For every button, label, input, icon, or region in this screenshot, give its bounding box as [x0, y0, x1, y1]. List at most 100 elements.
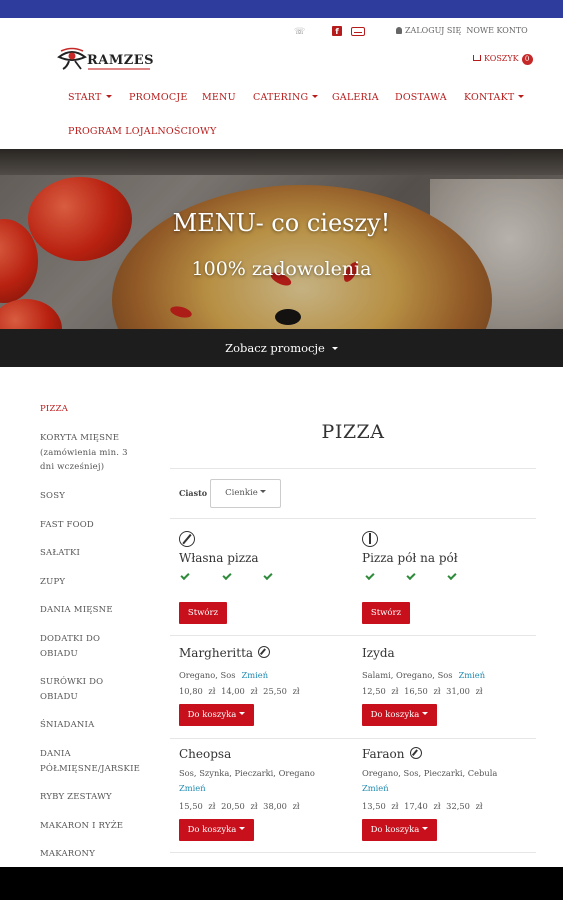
chevron-down-icon: [239, 827, 246, 830]
phone-icon[interactable]: ☏: [294, 27, 305, 37]
sidebar-item-sosy[interactable]: SOSY: [40, 489, 148, 504]
nav-menu[interactable]: MENU: [202, 92, 236, 103]
change-ingredients-link[interactable]: Zmień: [362, 783, 389, 793]
product-name-text: Faraon: [362, 747, 405, 761]
nav-start-label: START: [68, 92, 102, 103]
sidebar-item-zupy[interactable]: ZUPY: [40, 575, 148, 590]
check-icon: [406, 570, 416, 581]
new-account-link[interactable]: NOWE KONTO: [466, 26, 527, 35]
logo-underline: [88, 68, 150, 70]
account-links: ZALOGUJ SIĘ NOWE KONTO: [396, 26, 528, 35]
user-icon: [396, 27, 402, 34]
add-to-cart-label: Do koszyka: [187, 825, 237, 835]
add-to-cart-label: Do koszyka: [370, 710, 420, 720]
sidebar-item-salatki[interactable]: SAŁATKI: [40, 546, 148, 561]
sidebar-item-makarony[interactable]: MAKARONY: [40, 847, 148, 862]
nav-catering[interactable]: CATERING: [253, 92, 319, 103]
hero-overlay: [0, 149, 563, 329]
divider: [170, 738, 536, 739]
add-to-cart-button[interactable]: Do koszyka: [179, 704, 254, 726]
product-name: Margheritta: [179, 646, 271, 660]
sidebar-item-dodatki-do-obiadu[interactable]: DODATKI DO OBIADU: [40, 632, 120, 661]
change-ingredients-link[interactable]: Zmień: [459, 670, 486, 680]
half-pizza-icon: [362, 531, 378, 547]
site-logo[interactable]: RAMZES: [57, 44, 161, 78]
promotions-label: Zobacz promocje: [225, 341, 325, 355]
check-icon: [447, 570, 457, 581]
hero-banner: MENU- co cieszy! 100% zadowolenia: [0, 149, 563, 329]
create-custom-pizza-button[interactable]: Stwórz: [179, 602, 227, 624]
nav-loyalty-program[interactable]: PROGRAM LOJALNOŚCIOWY: [68, 126, 216, 137]
sidebar-item-pizza[interactable]: PIZZA: [40, 402, 148, 417]
chevron-down-icon: [422, 712, 429, 715]
page-title: PIZZA: [321, 421, 385, 443]
change-ingredients-link[interactable]: Zmień: [179, 783, 206, 793]
divider: [170, 468, 536, 469]
nav-promocje[interactable]: PROMOCJE: [129, 92, 187, 103]
chevron-down-icon: [259, 490, 266, 493]
nav-start[interactable]: START: [68, 92, 112, 103]
add-to-cart-button[interactable]: Do koszyka: [362, 704, 437, 726]
sidebar-item-koryta-miesne[interactable]: KORYTA MIĘSNE (zamówienia min. 3 dni wcz…: [40, 431, 140, 475]
chevron-down-icon: [105, 95, 112, 98]
ingredients-text: Salami, Oregano, Sos: [362, 670, 453, 680]
ingredients-text: Oregano, Sos: [179, 670, 236, 680]
cart-icon: [473, 55, 481, 61]
pizza-cutter-icon: [179, 531, 195, 547]
product-name: Cheopsa: [179, 747, 232, 761]
hero-subtitle: 100% zadowolenia: [191, 258, 372, 280]
chevron-down-icon: [331, 347, 338, 350]
sidebar-item-makaron-i-ryze[interactable]: MAKARON I RYŻE: [40, 819, 148, 834]
sidebar-item-sniadania[interactable]: ŚNIADANIA: [40, 718, 148, 733]
chevron-down-icon: [422, 827, 429, 830]
mail-icon[interactable]: [351, 27, 365, 36]
sidebar-item-fast-food[interactable]: FAST FOOD: [40, 518, 148, 533]
check-icon: [222, 570, 232, 581]
cart-label: KOSZYK: [484, 54, 519, 63]
sidebar-item-dania-polmiesne-jarskie[interactable]: DANIA PÓŁMIĘSNE/JARSKIE: [40, 747, 140, 776]
add-to-cart-button[interactable]: Do koszyka: [179, 819, 254, 841]
facebook-icon[interactable]: f: [332, 26, 342, 36]
sidebar-item-ryby-zestawy[interactable]: RYBY ZESTAWY: [40, 790, 148, 805]
dough-label: Ciasto: [179, 488, 208, 498]
nav-galeria[interactable]: GALERIA: [332, 92, 379, 103]
chevron-down-icon: [518, 95, 525, 98]
change-ingredients-link[interactable]: Zmień: [242, 670, 269, 680]
product-name: Izyda: [362, 646, 395, 660]
product-name-text: Margheritta: [179, 646, 254, 660]
cart-link[interactable]: KOSZYK 0: [473, 54, 533, 65]
chevron-down-icon: [239, 712, 246, 715]
custom-pizza-name: Własna pizza: [179, 551, 259, 565]
pizza-cutter-icon: [258, 646, 271, 658]
divider: [170, 852, 536, 853]
top-utility-bar: ☏ f ZALOGUJ SIĘ NOWE KONTO: [0, 18, 563, 46]
promotions-bar[interactable]: Zobacz promocje: [0, 329, 563, 367]
check-icon: [180, 570, 190, 581]
product-prices: 12,50 zł 16,50 zł 31,00 zł: [362, 686, 483, 696]
sidebar-item-surowki-do-obiadu[interactable]: SURÓWKI DO OBIADU: [40, 675, 120, 704]
system-navigation-bar: [0, 867, 563, 900]
product-prices: 15,50 zł 20,50 zł 38,00 zł: [179, 801, 300, 811]
create-half-half-pizza-button[interactable]: Stwórz: [362, 602, 410, 624]
promotions-toggle[interactable]: Zobacz promocje: [0, 341, 563, 355]
nav-kontakt-label: KONTAKT: [464, 92, 515, 103]
chevron-down-icon: [312, 95, 319, 98]
product-name: Faraon: [362, 747, 422, 761]
product-ingredients: Salami, Oregano, Sos Zmień: [362, 670, 485, 680]
login-link[interactable]: ZALOGUJ SIĘ: [405, 26, 461, 35]
nav-dostawa[interactable]: DOSTAWA: [395, 92, 447, 103]
nav-kontakt[interactable]: KONTAKT: [464, 92, 525, 103]
cart-count-badge: 0: [521, 54, 533, 65]
dough-select[interactable]: Cienkie: [210, 479, 281, 508]
product-prices: 10,80 zł 14,00 zł 25,50 zł: [179, 686, 300, 696]
eye-of-horus-logo-icon: [57, 47, 87, 70]
dough-select-value: Cienkie: [225, 488, 258, 498]
divider: [170, 635, 536, 636]
half-half-pizza-name: Pizza pół na pół: [362, 551, 458, 565]
sidebar-item-dania-miesne[interactable]: DANIA MIĘSNE: [40, 603, 148, 618]
add-to-cart-button[interactable]: Do koszyka: [362, 819, 437, 841]
check-icon: [263, 570, 273, 581]
add-to-cart-label: Do koszyka: [370, 825, 420, 835]
nav-catering-label: CATERING: [253, 92, 309, 103]
system-status-bar: [0, 0, 563, 18]
